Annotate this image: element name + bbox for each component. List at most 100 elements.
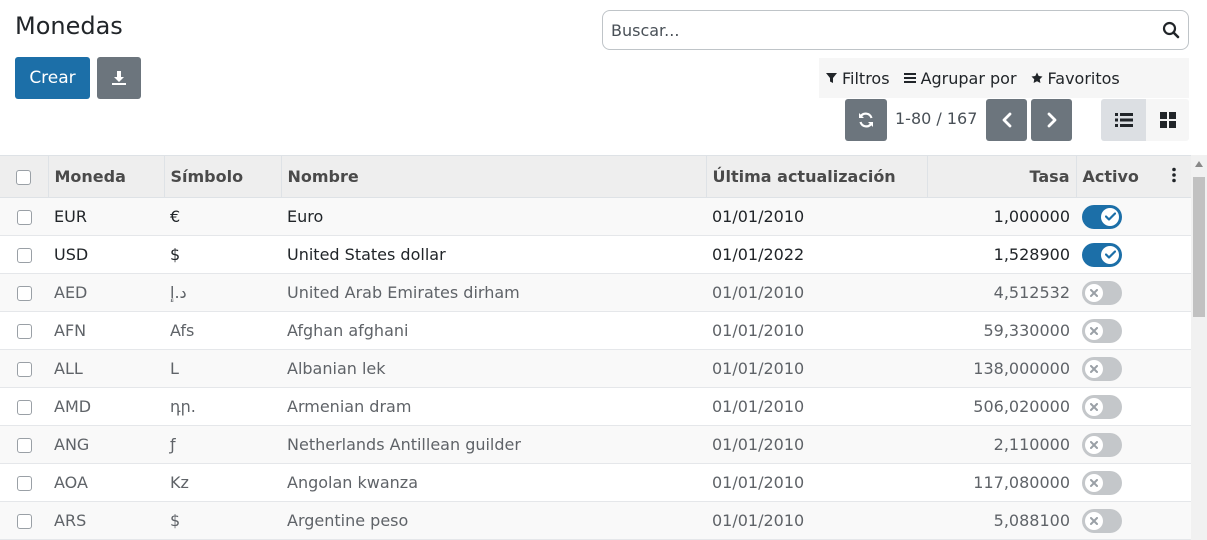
cell-rate: 117,080000 [973,473,1070,492]
x-icon [1090,516,1098,525]
cell-symbol: Afs [170,321,195,340]
cell-rate: 59,330000 [983,321,1070,340]
favorites-button[interactable]: Favoritos [1024,69,1127,88]
active-toggle[interactable] [1082,394,1122,419]
cell-last-update: 01/01/2010 [712,283,805,302]
row-checkbox[interactable] [16,324,32,339]
cell-symbol: դր. [170,397,196,416]
check-icon [1104,250,1116,259]
cell-symbol: $ [170,511,181,530]
row-checkbox[interactable] [16,400,32,415]
optional-columns-toggle[interactable] [1156,155,1191,198]
x-icon [1090,402,1098,411]
table-row[interactable]: USD $ United States dollar 01/01/2022 1,… [0,235,1191,274]
column-header-ultima-actualizacion[interactable]: Última actualización [706,155,928,198]
download-button[interactable] [97,57,141,99]
refresh-button[interactable] [845,99,887,141]
search-icon[interactable] [1162,21,1180,39]
cell-rate: 1,528900 [993,245,1070,264]
search-bar [602,10,1189,50]
cell-name: Argentine peso [287,511,409,530]
row-checkbox[interactable] [16,438,32,453]
check-icon [1104,212,1116,221]
row-checkbox[interactable] [16,248,32,263]
active-toggle[interactable] [1082,432,1122,457]
x-icon [1090,364,1098,373]
cell-rate: 138,000000 [973,359,1070,378]
row-checkbox[interactable] [16,362,32,377]
column-header-nombre[interactable]: Nombre [281,155,707,198]
chevron-right-icon [1047,112,1056,128]
scrollbar-thumb[interactable] [1193,177,1205,317]
active-toggle[interactable] [1082,280,1122,305]
cell-last-update: 01/01/2010 [712,207,805,226]
cell-last-update: 01/01/2010 [712,397,805,416]
page-title: Monedas [15,12,123,40]
column-header-tasa[interactable]: Tasa [927,155,1077,198]
table-row[interactable]: ALL L Albanian lek 01/01/2010 138,000000 [0,349,1191,388]
cell-symbol: د.إ [170,283,187,302]
row-checkbox[interactable] [16,514,32,529]
cell-currency-code: AFN [54,321,87,340]
cell-rate: 1,000000 [993,207,1070,226]
table-header-row: Moneda Símbolo Nombre Última actualizaci… [0,155,1191,198]
pager-range[interactable]: 1-80 / 167 [895,109,977,128]
list-view-button[interactable] [1101,99,1146,141]
next-page-button[interactable] [1031,99,1072,141]
cell-last-update: 01/01/2010 [712,359,805,378]
cell-currency-code: ALL [54,359,83,378]
kanban-view-button[interactable] [1146,99,1189,141]
row-checkbox[interactable] [16,210,32,225]
cell-last-update: 01/01/2010 [712,321,805,340]
list-view-icon [1114,113,1133,127]
cell-rate: 5,088100 [993,511,1070,530]
column-header-moneda[interactable]: Moneda [48,155,165,198]
search-input[interactable] [611,20,1162,40]
active-toggle[interactable] [1082,204,1122,229]
cell-last-update: 01/01/2022 [712,245,805,264]
active-toggle[interactable] [1082,508,1122,533]
filters-button[interactable]: Filtros [819,69,897,88]
cell-last-update: 01/01/2010 [712,511,805,530]
row-checkbox[interactable] [16,286,32,301]
cell-name: United States dollar [287,245,446,264]
active-toggle[interactable] [1082,356,1122,381]
cell-rate: 506,020000 [973,397,1070,416]
column-header-simbolo[interactable]: Símbolo [164,155,282,198]
cell-currency-code: AOA [54,473,88,492]
currency-table: Moneda Símbolo Nombre Última actualizaci… [0,155,1191,540]
cell-name: Angolan kwanza [287,473,419,492]
cell-name: Albanian lek [287,359,386,378]
group-by-button[interactable]: Agrupar por [897,69,1024,88]
table-row[interactable]: AOA Kz Angolan kwanza 01/01/2010 117,080… [0,463,1191,502]
select-all-checkbox[interactable] [16,170,32,185]
cell-name: Afghan afghani [287,321,409,340]
cell-name: Netherlands Antillean guilder [287,435,521,454]
cell-symbol: € [170,207,181,226]
cell-name: United Arab Emirates dirham [287,283,520,302]
chevron-left-icon [1002,112,1011,128]
x-icon [1090,326,1098,335]
active-toggle[interactable] [1082,470,1122,495]
cell-currency-code: EUR [54,207,87,226]
row-checkbox[interactable] [16,476,32,491]
group-by-label: Agrupar por [920,68,1017,88]
scroll-up-arrow-icon[interactable] [1195,161,1203,167]
filter-icon [826,73,837,83]
previous-page-button[interactable] [986,99,1027,141]
cell-symbol: L [170,359,179,378]
active-toggle[interactable] [1082,318,1122,343]
table-row[interactable]: ARS $ Argentine peso 01/01/2010 5,088100 [0,501,1191,540]
table-row[interactable]: EUR € Euro 01/01/2010 1,000000 [0,197,1191,236]
active-toggle[interactable] [1082,242,1122,267]
cell-last-update: 01/01/2010 [712,473,805,492]
table-row[interactable]: AMD դր. Armenian dram 01/01/2010 506,020… [0,387,1191,426]
create-button[interactable]: Crear [15,57,90,99]
table-row[interactable]: ANG ƒ Netherlands Antillean guilder 01/0… [0,425,1191,464]
table-row[interactable]: AFN Afs Afghan afghani 01/01/2010 59,330… [0,311,1191,350]
x-icon [1090,478,1098,487]
cell-name: Armenian dram [287,397,412,416]
table-row[interactable]: AED د.إ United Arab Emirates dirham 01/0… [0,273,1191,312]
column-header-activo[interactable]: Activo [1076,155,1156,198]
vertical-scrollbar[interactable] [1191,155,1207,540]
